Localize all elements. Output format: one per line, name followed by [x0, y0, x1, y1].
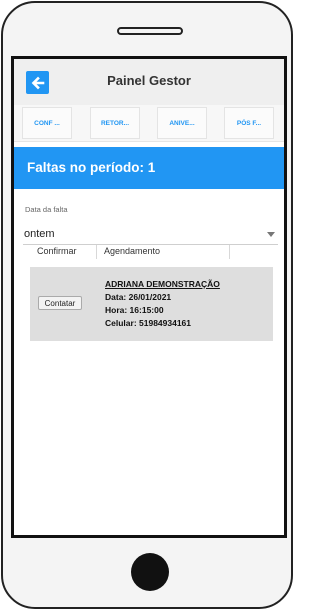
table-row: Contatar ADRIANA DEMONSTRAÇÃO Data: 26/0… [30, 267, 273, 341]
menu-item-retorno[interactable]: RETOR... [90, 107, 140, 139]
home-button[interactable] [131, 553, 169, 591]
appointment-info: ADRIANA DEMONSTRAÇÃO Data: 26/01/2021 Ho… [105, 278, 268, 330]
column-header-agendamento: Agendamento [104, 246, 161, 256]
date-filter-value: ontem [24, 228, 55, 240]
menu-bar: CONF ... RETOR... ANIVE... PÓS F... [14, 105, 284, 142]
column-divider [229, 245, 230, 259]
app-screen: Painel Gestor CONF ... RETOR... ANIVE...… [11, 56, 287, 538]
column-header-confirmar: Confirmar [37, 246, 77, 256]
absences-banner: Faltas no período: 1 [14, 147, 284, 189]
phone-frame: Painel Gestor CONF ... RETOR... ANIVE...… [1, 1, 293, 609]
page-title: Painel Gestor [107, 73, 191, 88]
menu-item-confirmar[interactable]: CONF ... [22, 107, 72, 139]
menu-item-pos[interactable]: PÓS F... [224, 107, 274, 139]
date-filter-select[interactable]: ontem [23, 223, 278, 245]
app-header: Painel Gestor [14, 59, 284, 106]
menu-item-aniversario[interactable]: ANIVE... [157, 107, 207, 139]
patient-phone: Celular: 51984934161 [105, 318, 192, 328]
table-header: Confirmar Agendamento [26, 245, 278, 259]
caret-down-icon [267, 232, 275, 237]
date-filter-label: Data da falta [25, 205, 68, 214]
appointment-date: Data: 26/01/2021 [105, 292, 172, 302]
patient-name-link[interactable]: ADRIANA DEMONSTRAÇÃO [105, 278, 268, 291]
appointment-time: Hora: 16:15:00 [105, 305, 164, 315]
column-divider [96, 245, 97, 259]
contact-button[interactable]: Contatar [38, 296, 82, 310]
speaker-grille [117, 27, 183, 35]
